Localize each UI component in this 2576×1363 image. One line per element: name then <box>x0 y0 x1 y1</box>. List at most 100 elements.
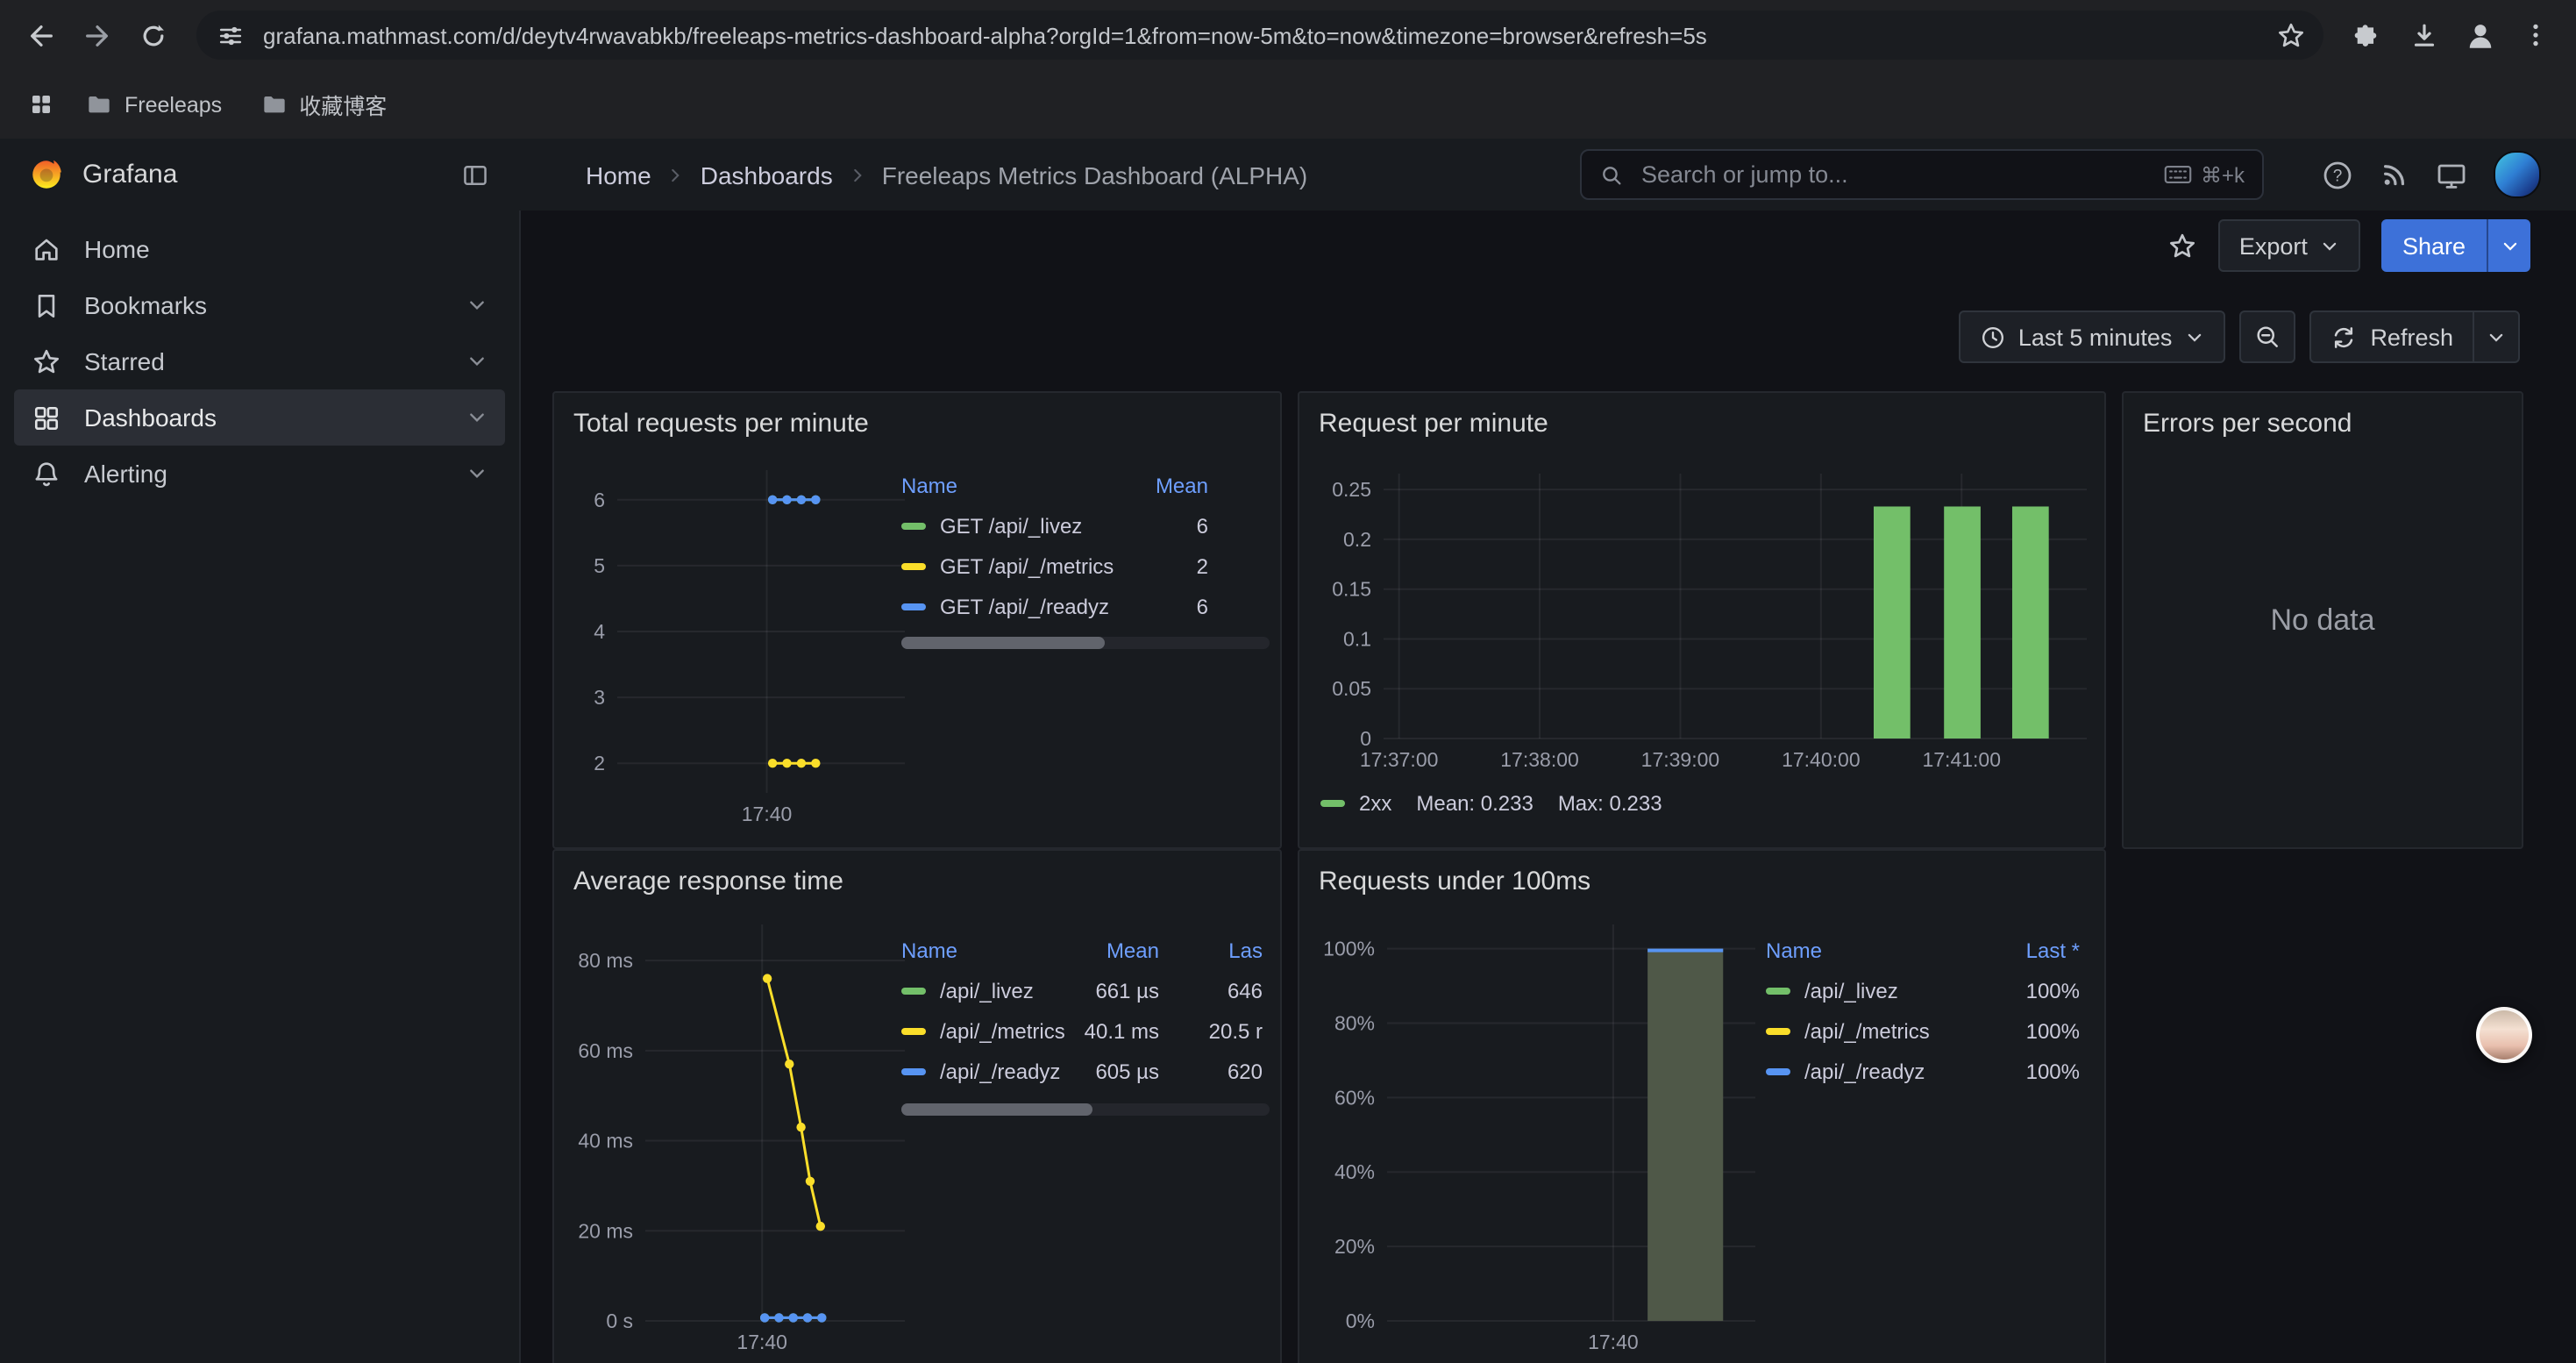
legend-header-name[interactable]: Name <box>1766 938 1822 963</box>
search-input[interactable] <box>1638 160 2150 189</box>
share-button[interactable]: Share <box>2381 219 2487 272</box>
svg-text:0%: 0% <box>1346 1309 1375 1332</box>
grafana-logo[interactable] <box>28 156 65 193</box>
bookmark-folder-freeleaps[interactable]: Freeleaps <box>70 82 238 127</box>
series-last: 20.5 r <box>1209 1010 1263 1051</box>
back-button[interactable] <box>14 9 67 61</box>
series-name[interactable]: /api/_/readyz <box>940 1059 1060 1083</box>
sidebar-item-label: Bookmarks <box>84 291 207 319</box>
refresh-button[interactable]: Refresh <box>2310 312 2473 361</box>
series-name[interactable]: GET /api/_/metrics <box>940 553 1114 578</box>
legend-row: /api/_/metrics 100% <box>1766 1010 2108 1051</box>
mega-menu-toggle[interactable] <box>452 152 498 197</box>
chevron-down-icon[interactable] <box>466 407 487 428</box>
series-color-blue <box>1766 1067 1790 1074</box>
average-response-time-chart[interactable]: 80 ms60 ms40 ms20 ms0 s17:40 <box>572 917 908 1359</box>
panel-requests-under-100ms: Requests under 100ms 100%80%60%40%20%0%1… <box>1298 849 2106 1363</box>
favorite-star-icon[interactable] <box>2167 231 2197 260</box>
legend-header-name[interactable]: Name <box>901 938 957 963</box>
profile-button[interactable] <box>2453 9 2506 61</box>
url-input[interactable] <box>260 20 2260 50</box>
series-2xx[interactable]: 2xx <box>1320 791 1391 816</box>
scrollbar-thumb[interactable] <box>901 637 1104 649</box>
home-icon <box>32 234 61 264</box>
sidebar-item-alerting[interactable]: Alerting <box>14 446 505 502</box>
total-requests-chart[interactable]: 6543217:40 <box>572 463 908 831</box>
legend-table: Name Mean GET /api/_livez 6 GET /api/_/m… <box>901 467 1270 626</box>
assistant-avatar-widget[interactable] <box>2476 1007 2532 1063</box>
share-label: Share <box>2402 232 2466 259</box>
panel-title[interactable]: Request per minute <box>1319 409 1548 439</box>
series-name[interactable]: /api/_/readyz <box>1804 1059 1925 1083</box>
legend-header-name[interactable]: Name <box>901 474 957 498</box>
refresh-label: Refresh <box>2370 324 2453 350</box>
chevron-down-icon[interactable] <box>466 463 487 484</box>
svg-text:0.15: 0.15 <box>1332 578 1371 601</box>
panel-errors-per-second: Errors per second No data <box>2122 391 2523 849</box>
panel-title[interactable]: Requests under 100ms <box>1319 867 1590 896</box>
site-settings-icon[interactable] <box>217 22 244 48</box>
series-color-yellow <box>901 1027 926 1034</box>
series-name[interactable]: /api/_/metrics <box>1804 1018 1930 1043</box>
tv-kiosk-icon[interactable] <box>2436 159 2467 190</box>
legend-row: GET /api/_livez 6 <box>901 505 1270 546</box>
news-rss-icon[interactable] <box>2380 160 2409 189</box>
legend-header-last[interactable]: Las <box>1228 931 1263 970</box>
export-button[interactable]: Export <box>2218 219 2360 272</box>
requests-under-100ms-chart[interactable]: 100%80%60%40%20%0%17:40 <box>1317 917 1759 1359</box>
series-name[interactable]: /api/_livez <box>940 978 1034 1003</box>
breadcrumb-dashboards[interactable]: Dashboards <box>701 161 833 189</box>
svg-text:40 ms: 40 ms <box>578 1130 633 1152</box>
svg-text:80 ms: 80 ms <box>578 949 633 972</box>
legend-header-last[interactable]: Last * <box>2026 931 2080 970</box>
zoom-out-button[interactable] <box>2238 310 2295 363</box>
sidebar-item-dashboards[interactable]: Dashboards <box>14 389 505 446</box>
extensions-button[interactable] <box>2341 9 2394 61</box>
bookmark-star-icon[interactable] <box>2276 20 2306 50</box>
user-avatar[interactable] <box>2494 151 2541 198</box>
legend-scrollbar[interactable] <box>901 1103 1270 1116</box>
forward-button[interactable] <box>70 9 123 61</box>
bookmark-folder-blogs[interactable]: 收藏博客 <box>245 82 402 127</box>
series-mean: 6 <box>1197 505 1208 546</box>
reload-button[interactable] <box>126 9 179 61</box>
svg-text:3: 3 <box>594 686 605 709</box>
share-menu-button[interactable] <box>2487 219 2530 272</box>
help-icon[interactable]: ? <box>2322 159 2353 190</box>
request-per-minute-chart[interactable]: 0.250.20.150.10.05017:37:0017:38:0017:39… <box>1317 467 2090 777</box>
search-bar[interactable]: ⌘+k <box>1580 149 2264 200</box>
svg-text:17:39:00: 17:39:00 <box>1641 748 1720 771</box>
star-icon <box>32 346 61 376</box>
legend-header-mean[interactable]: Mean <box>1156 467 1208 505</box>
svg-text:17:40:00: 17:40:00 <box>1782 748 1861 771</box>
refresh-interval-button[interactable] <box>2473 312 2518 361</box>
panel-title[interactable]: Average response time <box>573 867 843 896</box>
apps-grid-button[interactable] <box>18 82 63 127</box>
series-name[interactable]: GET /api/_/readyz <box>940 594 1109 618</box>
svg-text:0.2: 0.2 <box>1343 528 1371 551</box>
legend-row: /api/_livez 100% <box>1766 970 2108 1010</box>
scrollbar-thumb[interactable] <box>901 1103 1092 1116</box>
browser-menu-button[interactable] <box>2509 9 2562 61</box>
legend-header-mean[interactable]: Mean <box>1107 931 1159 970</box>
legend-scrollbar[interactable] <box>901 637 1270 649</box>
brand-label: Grafana <box>82 160 177 189</box>
series-color-yellow <box>1766 1027 1790 1034</box>
series-name[interactable]: /api/_livez <box>1804 978 1898 1003</box>
time-range-picker[interactable]: Last 5 minutes <box>1959 310 2225 363</box>
dock-panel-icon <box>461 161 489 189</box>
series-name[interactable]: /api/_/metrics <box>940 1018 1065 1043</box>
panel-title[interactable]: Total requests per minute <box>573 409 869 439</box>
breadcrumb-home[interactable]: Home <box>586 161 651 189</box>
chevron-down-icon[interactable] <box>466 351 487 372</box>
address-bar[interactable] <box>196 11 2323 60</box>
series-name[interactable]: GET /api/_livez <box>940 513 1082 538</box>
sidebar-item-starred[interactable]: Starred <box>14 333 505 389</box>
chevron-down-icon[interactable] <box>466 295 487 316</box>
panel-title[interactable]: Errors per second <box>2143 409 2352 439</box>
sidebar-item-home[interactable]: Home <box>14 221 505 277</box>
sidebar-item-bookmarks[interactable]: Bookmarks <box>14 277 505 333</box>
download-icon <box>2409 20 2438 50</box>
series-mean: 605 µs <box>1095 1051 1159 1091</box>
downloads-button[interactable] <box>2397 9 2450 61</box>
